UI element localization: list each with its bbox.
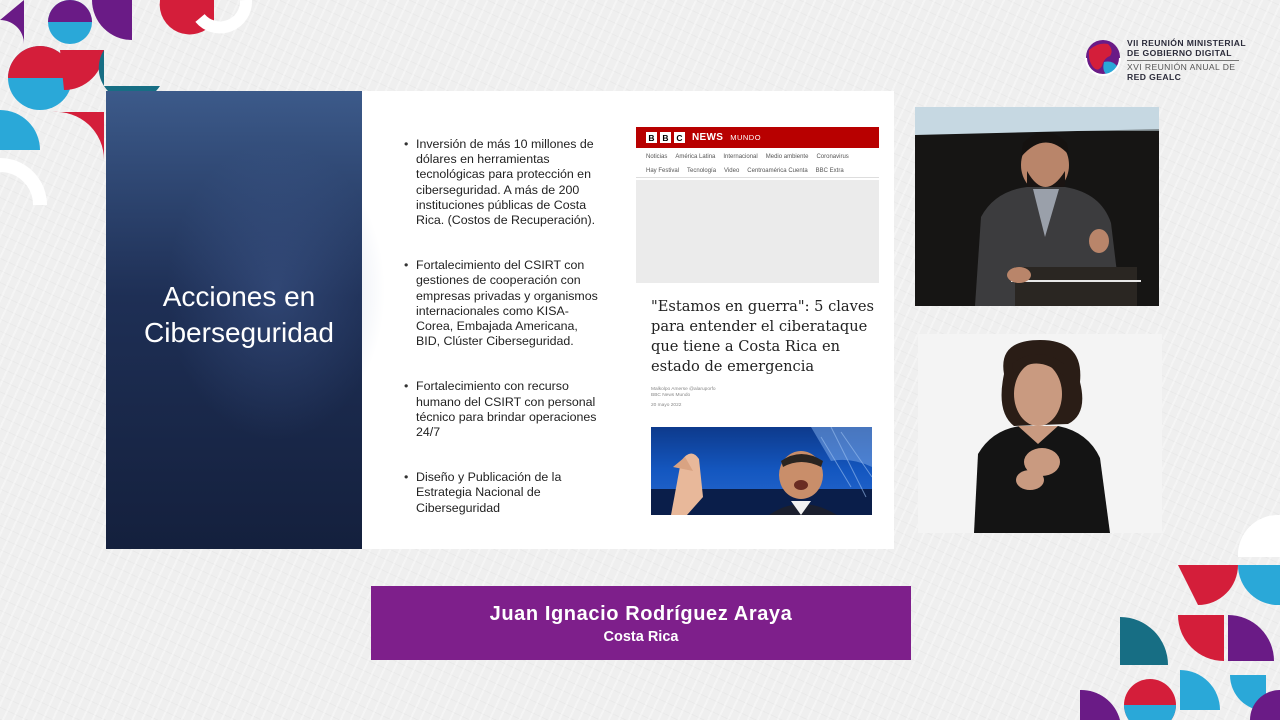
bbc-nav-item: Internacional [723,154,758,160]
decorative-arcs-bottom-right [1060,505,1280,720]
bullet-list: Inversión de más 10 millones de dólares … [404,137,604,516]
bbc-nav-item: Video [724,167,740,174]
bbc-nav-item: Medio ambiente [765,154,809,160]
bullet-item: Fortalecimiento con recurso humano del C… [404,379,604,440]
slide-title-line-1: Acciones en [162,281,316,312]
slide-title-panel: Acciones en Ciberseguridad [106,91,386,549]
bbc-headline: "Estamos en guerra": 5 claves para enten… [651,298,874,375]
bbc-article-photo [651,427,872,515]
bbc-date: 20 mayo 2022 [651,403,682,408]
bullet-item: Diseño y Publicación de la Estrategia Na… [404,470,604,516]
bbc-nav-bar: Noticias América Latina Internacional Me… [636,148,879,178]
bbc-news-label: NEWS [692,132,724,143]
bbc-nav-item: Coronavirus [816,154,849,160]
logo-divider [1127,60,1239,62]
bbc-nav-item: Hay Festival [646,167,680,174]
bbc-nav-item: Noticias [646,154,668,160]
event-logo: VII REUNIÓN MINISTERIAL DE GOBIERNO DIGI… [1084,36,1249,84]
bbc-logo-letter: B [646,132,657,143]
bbc-outlet: BBC News Mundo [651,393,691,398]
slide-title-line-2: Ciberseguridad [144,317,334,348]
bbc-byline: Malkolpo Amerse @alaruporfo BBC News Mun… [651,387,879,409]
interpreter-video-feed [918,334,1162,533]
bbc-logo-letter: C [674,132,685,143]
bbc-nav-item: Centroamérica Cuenta [747,167,808,174]
bbc-nav-item: BBC Extra [815,167,844,174]
bbc-nav-item: América Latina [675,154,716,160]
bullet-item: Inversión de más 10 millones de dólares … [404,137,604,228]
logo-line-2: DE GOBIERNO DIGITAL [1127,47,1232,58]
bullet-item: Fortalecimiento del CSIRT con gestiones … [404,258,604,349]
bbc-mundo-label: MUNDO [730,133,762,142]
speaker-country: Costa Rica [603,629,679,645]
presentation-slide: Acciones en Ciberseguridad Inversión de … [106,91,894,549]
globe-logo-icon [1084,36,1122,82]
logo-line-4: RED GEALC [1127,71,1182,82]
speaker-video-feed [915,107,1159,306]
speaker-name: Juan Ignacio Rodríguez Araya [489,603,793,625]
bbc-article-screenshot: B B C NEWS MUNDO Noticias América Latina… [636,127,879,522]
bbc-logo-letter: B [660,132,671,143]
bbc-nav-item: Tecnología [687,167,717,174]
bbc-ad-placeholder [636,180,879,283]
slide-title: Acciones en Ciberseguridad [124,279,354,351]
bbc-header-bar: B B C NEWS MUNDO [636,127,879,148]
speaker-lower-third: Juan Ignacio Rodríguez Araya Costa Rica [371,586,911,660]
